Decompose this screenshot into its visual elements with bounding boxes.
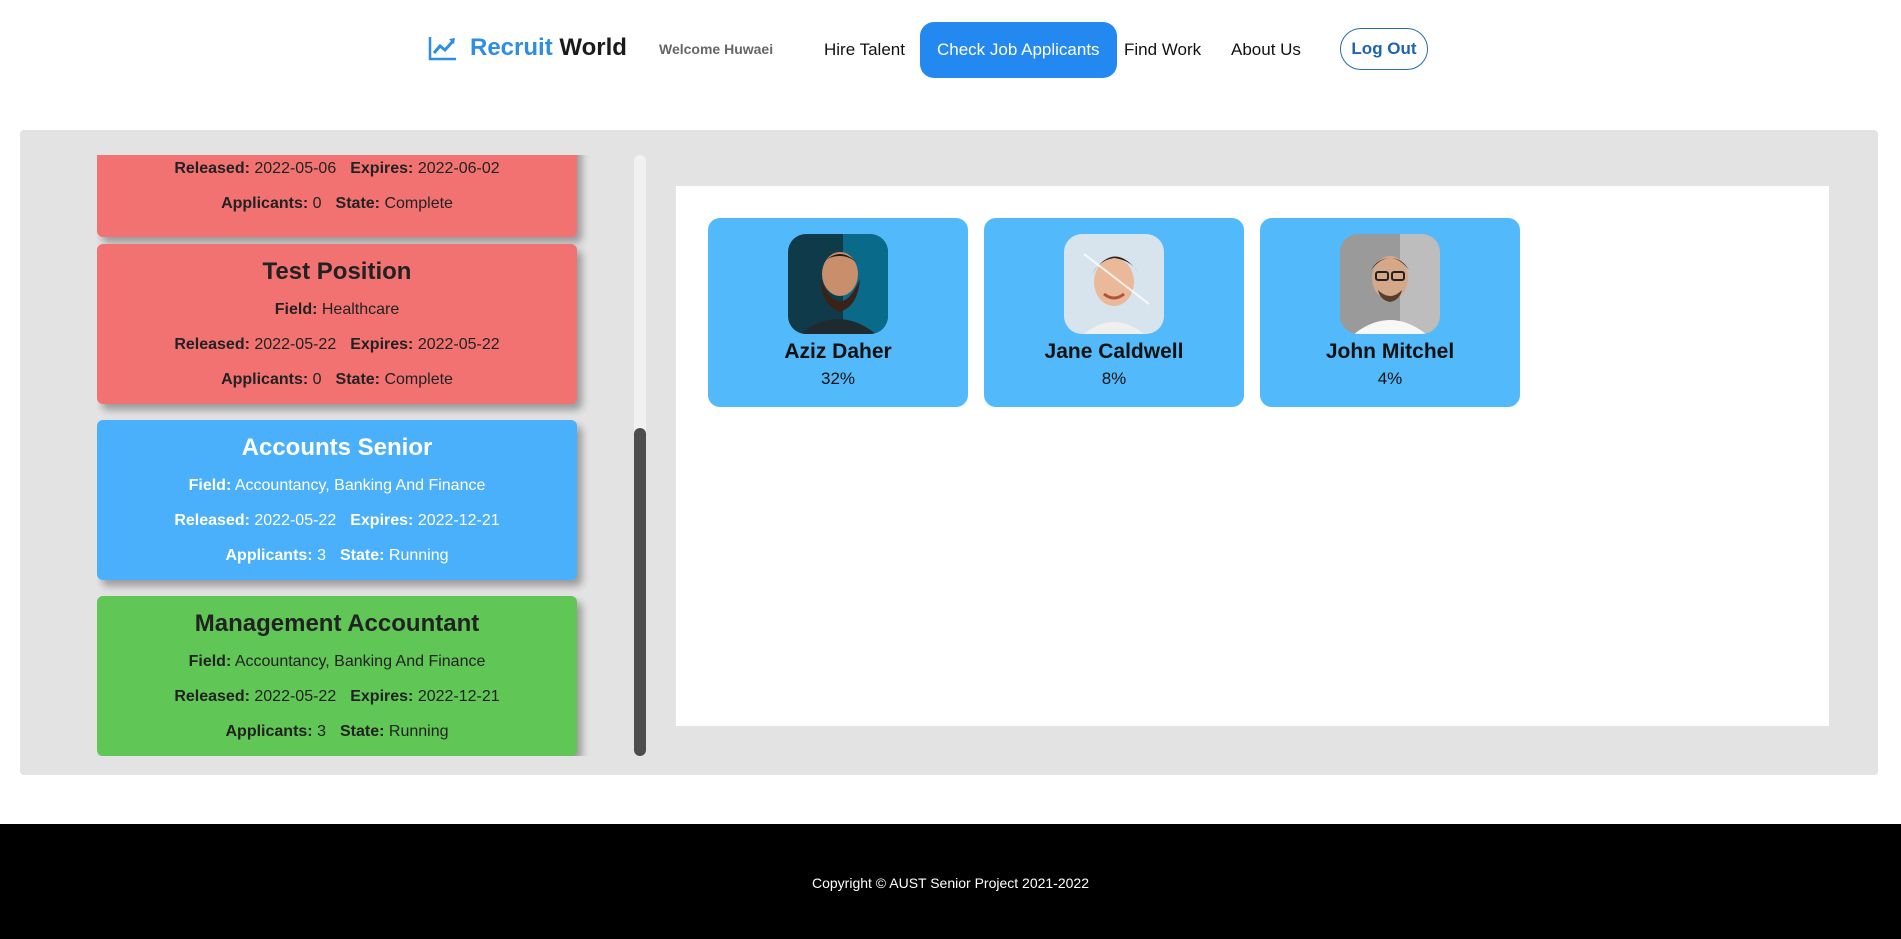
applicants-label: Applicants: xyxy=(225,547,313,564)
state-value: Running xyxy=(388,723,449,740)
applicants-label: Applicants: xyxy=(221,195,309,212)
applicants-value: 3 xyxy=(317,723,326,740)
job-dates: Released: 2022-05-22 Expires: 2022-12-21 xyxy=(97,503,577,538)
expires-label: Expires: xyxy=(350,512,414,529)
job-status: Applicants: 0 State: Complete xyxy=(97,186,577,221)
job-dates: Released: 2022-05-22 Expires: 2022-05-22 xyxy=(97,327,577,362)
released-label: Released: xyxy=(174,688,250,705)
brand-name: Recruit World xyxy=(470,34,627,62)
top-navbar: Recruit World Welcome Huwaei Hire Talent… xyxy=(0,0,1901,100)
job-card-selected[interactable]: Accounts Senior Field: Accountancy, Bank… xyxy=(97,420,577,580)
field-label: Field: xyxy=(188,477,232,494)
copyright-text: Copyright © AUST Senior Project 2021-202… xyxy=(812,875,1089,891)
field-value: Accountancy, Banking And Finance xyxy=(234,653,486,670)
applicant-card[interactable]: John Mitchel 4% xyxy=(1260,218,1520,407)
job-card[interactable]: Management Accountant Field: Accountancy… xyxy=(97,596,577,756)
nav-about-us[interactable]: About Us xyxy=(1214,22,1318,78)
applicant-card[interactable]: Aziz Daher 32% xyxy=(708,218,968,407)
applicants-label: Applicants: xyxy=(225,723,313,740)
state-value: Complete xyxy=(384,195,453,212)
released-value: 2022-05-22 xyxy=(254,336,337,353)
job-card[interactable]: Released: 2022-05-06 Expires: 2022-06-02 … xyxy=(97,155,577,237)
nav-find-work[interactable]: Find Work xyxy=(1107,22,1218,78)
scrollbar-thumb[interactable] xyxy=(634,428,646,756)
expires-value: 2022-06-02 xyxy=(417,160,500,177)
applicant-name: John Mitchel xyxy=(1325,340,1455,363)
job-field: Field: Accountancy, Banking And Finance xyxy=(97,644,577,679)
released-label: Released: xyxy=(174,336,250,353)
trending-up-icon xyxy=(428,37,456,61)
job-field: Field: Accountancy, Banking And Finance xyxy=(97,468,577,503)
released-value: 2022-05-22 xyxy=(254,688,337,705)
field-label: Field: xyxy=(274,301,318,318)
avatar xyxy=(1340,234,1440,334)
job-field: Field: Healthcare xyxy=(97,292,577,327)
state-label: State: xyxy=(335,195,380,212)
expires-value: 2022-12-21 xyxy=(417,688,500,705)
brand-name-part2: World xyxy=(559,34,627,61)
avatar xyxy=(788,234,888,334)
applicants-value: 0 xyxy=(312,195,322,212)
applicant-match-score: 32% xyxy=(820,369,856,388)
released-value: 2022-05-22 xyxy=(254,512,337,529)
field-value: Accountancy, Banking And Finance xyxy=(234,477,486,494)
footer: Copyright © AUST Senior Project 2021-202… xyxy=(0,824,1901,939)
expires-value: 2022-12-21 xyxy=(417,512,500,529)
state-label: State: xyxy=(339,547,385,564)
applicant-name: Jane Caldwell xyxy=(1044,340,1184,363)
main-panel: Released: 2022-05-06 Expires: 2022-06-02 … xyxy=(20,130,1878,775)
job-list[interactable]: Released: 2022-05-06 Expires: 2022-06-02 … xyxy=(97,155,597,756)
expires-label: Expires: xyxy=(350,336,414,353)
job-dates: Released: 2022-05-06 Expires: 2022-06-02 xyxy=(97,155,577,186)
logout-button[interactable]: Log Out xyxy=(1340,28,1428,70)
expires-label: Expires: xyxy=(350,160,414,177)
expires-label: Expires: xyxy=(350,688,414,705)
released-label: Released: xyxy=(174,512,250,529)
job-title: Accounts Senior xyxy=(241,434,433,461)
released-value: 2022-05-06 xyxy=(254,160,337,177)
avatar xyxy=(1064,234,1164,334)
brand-name-part1: Recruit xyxy=(470,34,553,61)
state-label: State: xyxy=(335,371,380,388)
job-status: Applicants: 3 State: Running xyxy=(97,714,577,749)
state-value: Running xyxy=(388,547,449,564)
job-status: Applicants: 0 State: Complete xyxy=(97,362,577,397)
field-label: Field: xyxy=(188,653,232,670)
applicant-match-score: 4% xyxy=(1377,369,1403,388)
applicants-value: 0 xyxy=(312,371,322,388)
released-label: Released: xyxy=(174,160,250,177)
applicants-label: Applicants: xyxy=(221,371,309,388)
brand-logo[interactable]: Recruit World xyxy=(428,34,627,62)
job-title: Test Position xyxy=(262,258,412,285)
applicant-match-score: 8% xyxy=(1101,369,1127,388)
applicants-panel: Aziz Daher 32% Jane Caldwell 8% John Mit… xyxy=(676,186,1829,726)
applicants-value: 3 xyxy=(317,547,326,564)
job-status: Applicants: 3 State: Running xyxy=(97,538,577,573)
applicant-card[interactable]: Jane Caldwell 8% xyxy=(984,218,1244,407)
nav-hire-talent[interactable]: Hire Talent xyxy=(807,22,922,78)
welcome-message: Welcome Huwaei xyxy=(659,41,774,57)
job-title: Management Accountant xyxy=(194,610,480,637)
applicant-name: Aziz Daher xyxy=(784,340,892,363)
field-value: Healthcare xyxy=(321,301,400,318)
nav-check-job-applicants[interactable]: Check Job Applicants xyxy=(920,22,1117,78)
state-value: Complete xyxy=(384,371,453,388)
job-dates: Released: 2022-05-22 Expires: 2022-12-21 xyxy=(97,679,577,714)
expires-value: 2022-05-22 xyxy=(417,336,500,353)
state-label: State: xyxy=(339,723,385,740)
job-card[interactable]: Test Position Field: Healthcare Released… xyxy=(97,244,577,404)
